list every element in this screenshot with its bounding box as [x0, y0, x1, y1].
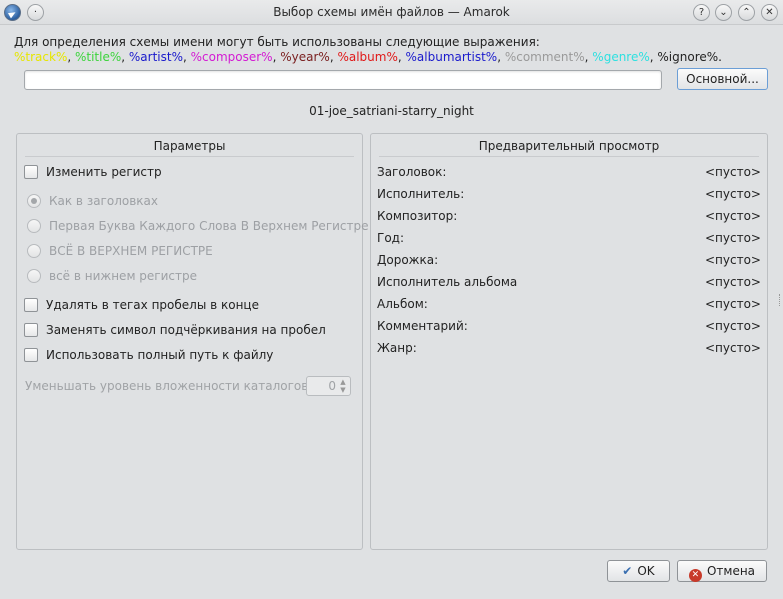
checkbox-box[interactable] [24, 348, 38, 362]
replace-underscore-label: Заменять символ подчёркивания на пробел [46, 323, 326, 337]
preview-row-value: <пусто> [705, 275, 761, 289]
preview-row: Исполнитель: <пусто> [377, 187, 761, 205]
divider [25, 156, 354, 157]
token-separator: . [718, 50, 722, 64]
preview-row: Альбом: <пусто> [377, 297, 761, 315]
token-albumartist: %albumartist% [405, 50, 498, 64]
preview-row-value: <пусто> [705, 319, 761, 333]
token-genre: %genre% [592, 50, 650, 64]
token-separator: , [182, 50, 191, 64]
current-filename: 01-joe_satriani-starry_night [309, 104, 474, 118]
cancel-button[interactable]: ✕ Отмена [677, 560, 767, 582]
divider [379, 156, 759, 157]
intro-text: Для определения схемы имени могут быть и… [14, 35, 540, 49]
preview-row: Комментарий: <пусто> [377, 319, 761, 337]
preview-row-value: <пусто> [705, 231, 761, 245]
radio-button [27, 219, 41, 233]
minimize-button[interactable]: ⌄ [715, 4, 732, 21]
spinbox-arrows-icon: ▲ ▼ [340, 378, 346, 394]
token-list: %track%, %title%, %artist%, %composer%, … [14, 50, 722, 64]
token-album: %album% [337, 50, 398, 64]
options-group-title: Параметры [153, 139, 226, 153]
checkmark-icon: ✔ [622, 564, 633, 578]
directory-depth-spinbox: 0 ▲ ▼ [306, 376, 351, 396]
cancel-icon: ✕ [688, 569, 702, 582]
token-separator: , [67, 50, 75, 64]
preview-row-value: <пусто> [705, 165, 761, 179]
maximize-button[interactable]: ⌃ [738, 4, 755, 21]
preview-row-label: Жанр: [377, 341, 417, 355]
token-track: %track% [14, 50, 68, 64]
preview-row-value: <пусто> [705, 209, 761, 223]
preview-row-value: <пусто> [705, 253, 761, 267]
case-radio-label: Как в заголовках [49, 194, 158, 208]
help-button[interactable]: ? [693, 4, 710, 21]
window-title: Выбор схемы имён файлов — Amarok [273, 5, 510, 19]
preview-row-label: Исполнитель: [377, 187, 465, 201]
strip-spaces-label: Удалять в тегах пробелы в конце [46, 298, 259, 312]
ok-label: OK [637, 564, 655, 578]
preview-row: Жанр: <пусто> [377, 341, 761, 359]
checkbox-box[interactable] [24, 323, 38, 337]
token-separator: , [121, 50, 129, 64]
case-radio-label: ВСЁ В ВЕРХНЕМ РЕГИСТРЕ [49, 244, 213, 258]
case-radio-label: Первая Буква Каждого Слова В Верхнем Рег… [49, 219, 369, 233]
preview-row: Год: <пусто> [377, 231, 761, 249]
token-separator: , [397, 50, 406, 64]
full-path-label: Использовать полный путь к файлу [46, 348, 274, 362]
token-comment: %comment% [504, 50, 585, 64]
radio-button [27, 194, 41, 208]
ok-button[interactable]: ✔ OK [607, 560, 670, 582]
preview-row-label: Год: [377, 231, 404, 245]
preview-row-value: <пусто> [705, 297, 761, 311]
token-separator: , [497, 50, 505, 64]
token-ignore: %ignore% [657, 50, 719, 64]
directory-depth-label: Уменьшать уровень вложенности каталогов … [25, 379, 332, 393]
cancel-label: Отмена [706, 564, 756, 578]
preview-row: Дорожка: <пусто> [377, 253, 761, 271]
preview-row: Исполнитель альбома <пусто> [377, 275, 761, 293]
title-bar: · Выбор схемы имён файлов — Amarok ? ⌄ ⌃… [0, 0, 783, 25]
preview-row: Заголовок: <пусто> [377, 165, 761, 183]
spinbox-value: 0 [328, 379, 336, 393]
radio-button [27, 244, 41, 258]
token-artist: %artist% [128, 50, 183, 64]
basic-mode-button[interactable]: Основной... [677, 68, 768, 90]
token-title: %title% [74, 50, 122, 64]
preview-row-value: <пусто> [705, 187, 761, 201]
preview-row-value: <пусто> [705, 341, 761, 355]
case-radio-label: всё в нижнем регистре [49, 269, 197, 283]
token-composer: %composer% [190, 50, 273, 64]
preview-group: Предварительный просмотр Заголовок: <пуст… [370, 133, 768, 550]
preview-row-label: Исполнитель альбома [377, 275, 518, 289]
preview-group-title: Предварительный просмотр [478, 139, 660, 153]
preview-row-label: Дорожка: [377, 253, 439, 267]
scheme-input[interactable] [24, 70, 662, 90]
preview-row-label: Комментарий: [377, 319, 468, 333]
checkbox-box[interactable] [24, 298, 38, 312]
preview-row-label: Заголовок: [377, 165, 447, 179]
token-year: %year% [280, 50, 330, 64]
close-button[interactable]: ✕ [761, 4, 778, 21]
preview-row: Композитор: <пусто> [377, 209, 761, 227]
preview-row-label: Композитор: [377, 209, 458, 223]
change-case-label: Изменить регистр [46, 165, 162, 179]
resize-grip-icon[interactable] [779, 294, 781, 306]
preview-row-label: Альбом: [377, 297, 428, 311]
radio-button [27, 269, 41, 283]
checkbox-box[interactable] [24, 165, 38, 179]
